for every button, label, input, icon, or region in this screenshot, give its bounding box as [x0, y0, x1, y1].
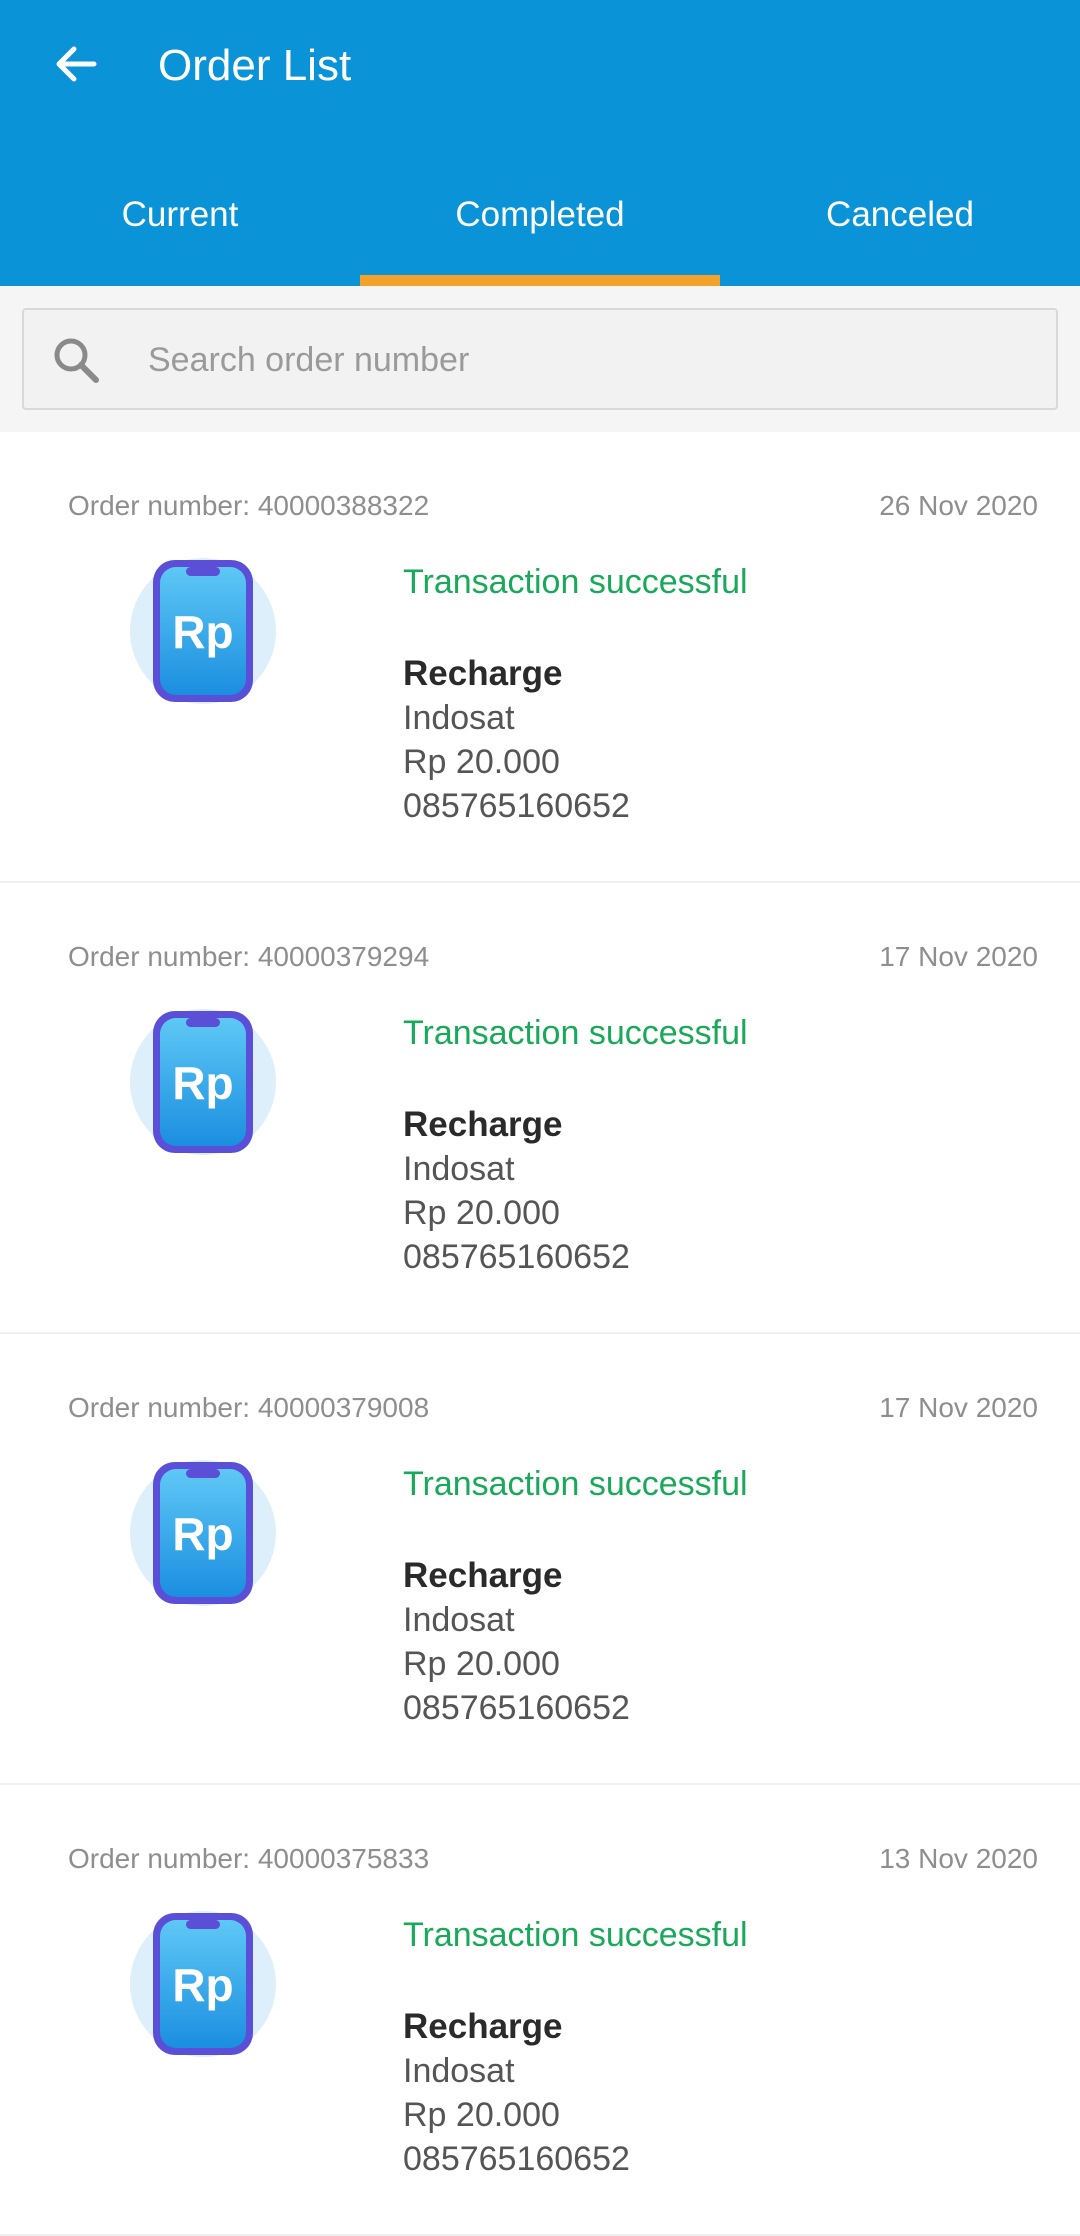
order-type: Recharge — [403, 2007, 563, 2046]
back-button[interactable] — [44, 32, 108, 96]
active-tab-indicator — [360, 275, 720, 286]
arrow-left-icon — [56, 46, 97, 82]
app-bar: Order List Current Completed Canceled — [0, 0, 1080, 286]
order-amount: Rp 20.000 — [403, 1645, 560, 1683]
order-type: Recharge — [403, 654, 563, 693]
tab-canceled[interactable]: Canceled — [720, 170, 1080, 286]
mobile-recharge-icon: Rp — [130, 1911, 276, 2057]
order-list: Order number: 40000388322 26 Nov 2020 Rp… — [0, 432, 1080, 2236]
order-number: Order number: 40000379294 — [68, 941, 430, 972]
order-phone: 085765160652 — [403, 2140, 630, 2178]
order-status: Transaction successful — [403, 563, 748, 601]
icon-label: Rp — [172, 606, 233, 658]
order-amount: Rp 20.000 — [403, 1194, 560, 1232]
order-phone: 085765160652 — [403, 1238, 630, 1276]
mobile-recharge-icon: Rp — [130, 1460, 276, 1606]
order-status: Transaction successful — [403, 1465, 748, 1503]
icon-label: Rp — [172, 1057, 233, 1109]
order-number: Order number: 40000375833 — [68, 1843, 430, 1874]
order-amount: Rp 20.000 — [403, 2096, 560, 2134]
page-title: Order List — [158, 41, 352, 90]
order-details: Transaction successful Recharge Indosat … — [403, 1913, 748, 2181]
mobile-recharge-icon: Rp — [130, 558, 276, 704]
order-amount: Rp 20.000 — [403, 743, 560, 781]
order-operator: Indosat — [403, 1150, 515, 1188]
order-phone: 085765160652 — [403, 1689, 630, 1727]
order-card[interactable]: Order number: 40000375833 13 Nov 2020 Rp… — [0, 1785, 1080, 2236]
tab-completed[interactable]: Completed — [360, 170, 720, 286]
order-status: Transaction successful — [403, 1014, 748, 1052]
mobile-recharge-icon: Rp — [130, 1009, 276, 1155]
order-operator: Indosat — [403, 1601, 515, 1639]
order-status: Transaction successful — [403, 1916, 748, 1954]
order-date: 13 Nov 2020 — [879, 1843, 1038, 1874]
order-details: Transaction successful Recharge Indosat … — [403, 560, 748, 828]
icon-label: Rp — [172, 1959, 233, 2011]
order-date: 17 Nov 2020 — [879, 941, 1038, 972]
order-operator: Indosat — [403, 699, 515, 737]
order-type: Recharge — [403, 1556, 563, 1595]
order-details: Transaction successful Recharge Indosat … — [403, 1462, 748, 1730]
order-phone: 085765160652 — [403, 787, 630, 825]
order-tabs: Current Completed Canceled — [0, 170, 1080, 286]
order-details: Transaction successful Recharge Indosat … — [403, 1011, 748, 1279]
tab-completed-label: Completed — [455, 195, 625, 234]
search-area — [0, 286, 1080, 432]
order-card[interactable]: Order number: 40000379294 17 Nov 2020 Rp… — [0, 883, 1080, 1334]
order-card[interactable]: Order number: 40000388322 26 Nov 2020 Rp… — [0, 432, 1080, 883]
search-input[interactable] — [146, 324, 1030, 396]
tab-canceled-label: Canceled — [826, 195, 974, 234]
order-number: Order number: 40000388322 — [68, 490, 430, 521]
order-type: Recharge — [403, 1105, 563, 1144]
icon-label: Rp — [172, 1508, 233, 1560]
search-icon — [54, 338, 99, 383]
order-date: 17 Nov 2020 — [879, 1392, 1038, 1423]
order-operator: Indosat — [403, 2052, 515, 2090]
order-date: 26 Nov 2020 — [879, 490, 1038, 521]
order-number: Order number: 40000379008 — [68, 1392, 430, 1423]
tab-current-label: Current — [121, 195, 239, 234]
order-card[interactable]: Order number: 40000379008 17 Nov 2020 Rp… — [0, 1334, 1080, 1785]
tab-current[interactable]: Current — [0, 170, 360, 286]
search-box[interactable] — [22, 308, 1058, 410]
